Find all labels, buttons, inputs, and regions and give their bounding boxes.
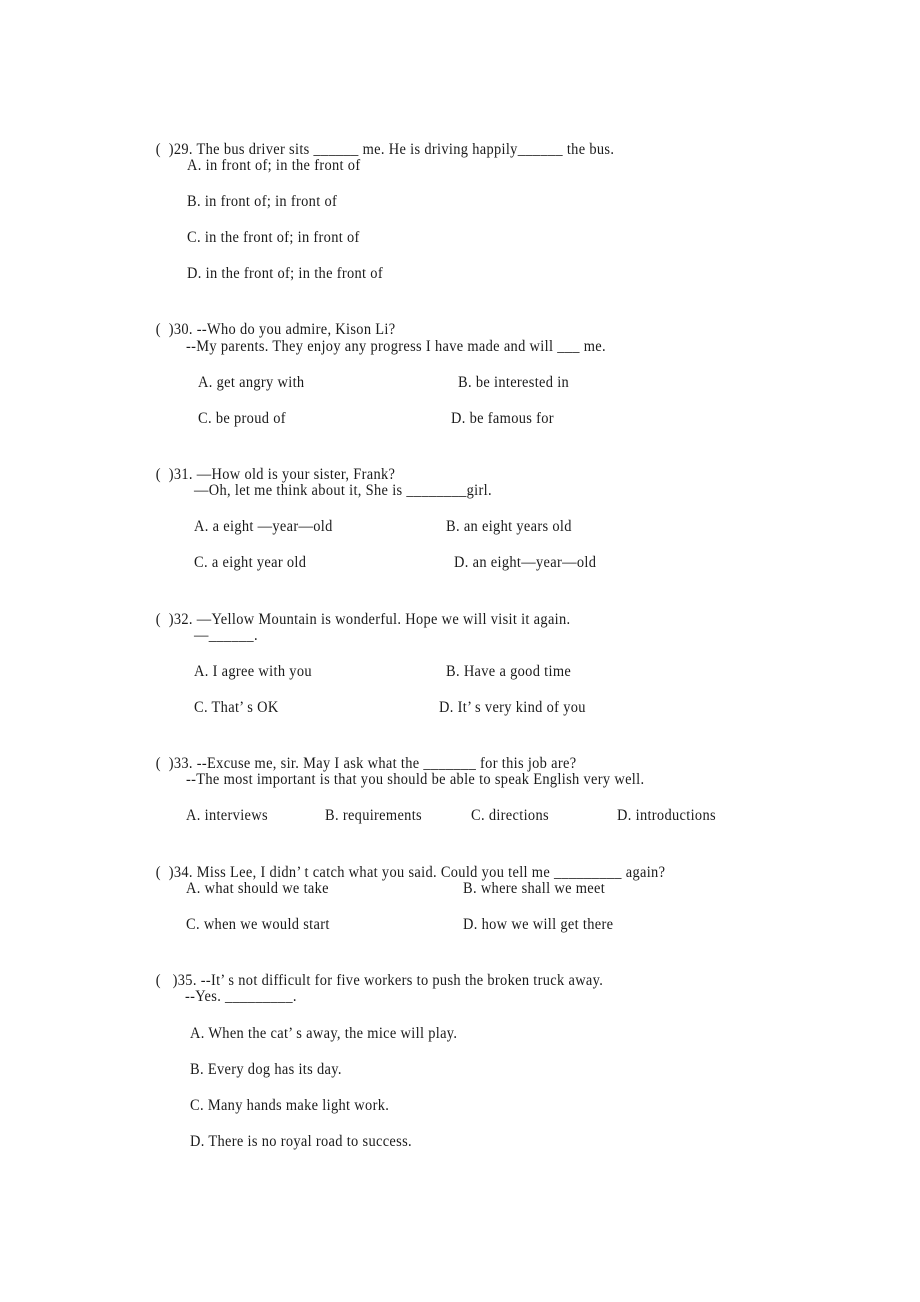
option-label: B. bbox=[446, 663, 460, 680]
option-text: an eight years old bbox=[463, 518, 572, 535]
question-32-option-b: B. Have a good time bbox=[446, 662, 571, 682]
question-32-option-c: C. That’ s OK bbox=[194, 698, 279, 718]
question-31-option-b: B. an eight years old bbox=[446, 517, 572, 537]
question-31-option-a: A. a eight —year—old bbox=[194, 517, 333, 537]
option-text: introductions bbox=[635, 807, 716, 824]
option-label: A. bbox=[194, 663, 209, 680]
exam-page: ( )29. The bus driver sits ______ me. He… bbox=[0, 0, 920, 1302]
option-label: C. bbox=[471, 807, 485, 824]
option-text: an eight—year—old bbox=[472, 554, 597, 571]
question-29-option-c: C. in the front of; in front of bbox=[187, 228, 360, 248]
option-label: B. bbox=[446, 518, 460, 535]
question-29-option-a: A. in front of; in the front of bbox=[187, 156, 360, 176]
option-text: in front of; in front of bbox=[204, 193, 338, 210]
option-text: when we would start bbox=[203, 916, 330, 933]
option-label: D. bbox=[439, 699, 454, 716]
question-30-option-a: A. get angry with bbox=[198, 373, 304, 393]
option-text: requirements bbox=[342, 807, 422, 824]
question-32-option-d: D. It’ s very kind of you bbox=[439, 698, 586, 718]
option-label: A. bbox=[186, 807, 201, 824]
question-30-option-b: B. be interested in bbox=[458, 373, 569, 393]
question-33-option-a: A. interviews bbox=[186, 806, 268, 826]
option-text: be proud of bbox=[215, 410, 286, 427]
option-text: in the front of; in front of bbox=[204, 229, 360, 246]
question-35-reply: --Yes. _________. bbox=[185, 988, 297, 1005]
option-text: Have a good time bbox=[463, 663, 572, 680]
option-text: a eight year old bbox=[211, 554, 307, 571]
option-text: There is no royal road to success. bbox=[208, 1133, 412, 1150]
option-label: C. bbox=[187, 229, 201, 246]
option-text: When the cat’ s away, the mice will play… bbox=[208, 1025, 458, 1042]
question-35-option-c: C. Many hands make light work. bbox=[190, 1096, 389, 1116]
question-30-option-c: C. be proud of bbox=[198, 409, 286, 429]
option-text: how we will get there bbox=[481, 916, 614, 933]
option-label: D. bbox=[463, 916, 478, 933]
question-33-option-c: C. directions bbox=[471, 806, 549, 826]
question-33-option-b: B. requirements bbox=[325, 806, 422, 826]
option-label: C. bbox=[190, 1097, 204, 1114]
question-32-option-a: A. I agree with you bbox=[194, 662, 312, 682]
option-label: B. bbox=[187, 193, 201, 210]
question-32-reply: —______. bbox=[194, 627, 258, 644]
question-29-option-d: D. in the front of; in the front of bbox=[187, 264, 383, 284]
option-label: B. bbox=[458, 374, 472, 391]
question-33-reply: --The most important is that you should … bbox=[186, 771, 645, 788]
option-text: Many hands make light work. bbox=[207, 1097, 390, 1114]
option-label: C. bbox=[194, 554, 208, 571]
option-text: That’ s OK bbox=[211, 699, 279, 716]
option-label: D. bbox=[451, 410, 466, 427]
answer-bracket: ( )31. bbox=[155, 466, 193, 483]
option-text: what should we take bbox=[204, 880, 329, 897]
option-label: B. bbox=[325, 807, 339, 824]
question-35-option-b: B. Every dog has its day. bbox=[190, 1060, 342, 1080]
option-text: get angry with bbox=[216, 374, 305, 391]
question-31-option-c: C. a eight year old bbox=[194, 553, 306, 573]
question-33-option-d: D. introductions bbox=[617, 806, 716, 826]
option-label: A. bbox=[198, 374, 213, 391]
option-label: A. bbox=[190, 1025, 205, 1042]
question-30-reply: --My parents. They enjoy any progress I … bbox=[186, 338, 606, 355]
option-label: D. bbox=[187, 265, 202, 282]
option-text: interviews bbox=[204, 807, 268, 824]
question-35-option-a: A. When the cat’ s away, the mice will p… bbox=[190, 1024, 457, 1044]
option-text: be interested in bbox=[475, 374, 570, 391]
question-34-option-d: D. how we will get there bbox=[463, 915, 613, 935]
option-text: Every dog has its day. bbox=[207, 1061, 342, 1078]
question-29-option-b: B. in front of; in front of bbox=[187, 192, 337, 212]
question-text: --Who do you admire, Kison Li? bbox=[196, 321, 396, 338]
option-text: be famous for bbox=[469, 410, 554, 427]
option-label: D. bbox=[190, 1133, 205, 1150]
option-label: B. bbox=[463, 880, 477, 897]
option-label: C. bbox=[198, 410, 212, 427]
option-label: C. bbox=[186, 916, 200, 933]
option-label: A. bbox=[194, 518, 209, 535]
question-31-option-d: D. an eight—year—old bbox=[454, 553, 596, 573]
option-text: where shall we meet bbox=[480, 880, 606, 897]
answer-bracket: ( )32. bbox=[155, 611, 193, 628]
option-text: It’ s very kind of you bbox=[457, 699, 586, 716]
option-text: I agree with you bbox=[212, 663, 312, 680]
option-label: A. bbox=[187, 157, 202, 174]
question-34-option-a: A. what should we take bbox=[186, 879, 329, 899]
question-30-option-d: D. be famous for bbox=[451, 409, 554, 429]
option-text: in front of; in the front of bbox=[205, 157, 361, 174]
question-31-reply: —Oh, let me think about it, She is _____… bbox=[194, 482, 492, 499]
option-text: directions bbox=[488, 807, 549, 824]
option-label: B. bbox=[190, 1061, 204, 1078]
option-label: D. bbox=[617, 807, 632, 824]
question-35-option-d: D. There is no royal road to success. bbox=[190, 1132, 412, 1152]
answer-bracket: ( )30. bbox=[155, 321, 193, 338]
option-label: D. bbox=[454, 554, 469, 571]
question-34-option-c: C. when we would start bbox=[186, 915, 330, 935]
option-label: A. bbox=[186, 880, 201, 897]
option-label: C. bbox=[194, 699, 208, 716]
option-text: in the front of; in the front of bbox=[205, 265, 383, 282]
question-34-option-b: B. where shall we meet bbox=[463, 879, 605, 899]
option-text: a eight —year—old bbox=[212, 518, 333, 535]
